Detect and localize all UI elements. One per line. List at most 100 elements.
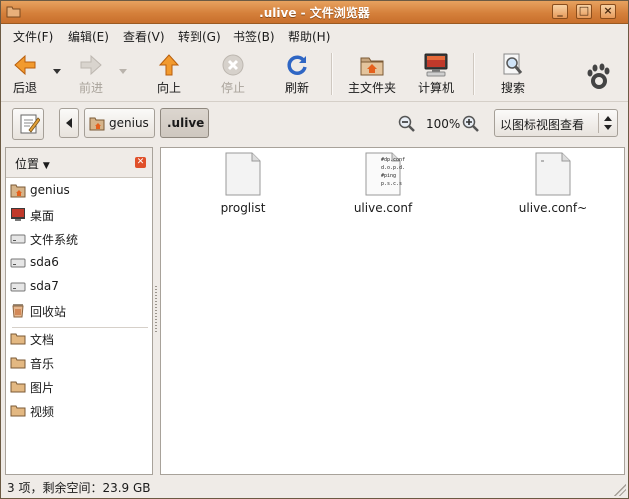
sidebar-item-label: 文档 [30, 333, 55, 347]
sidebar-item-trash[interactable]: 回收站 [8, 300, 150, 322]
sidebar-item-label: 文件系统 [30, 233, 79, 247]
select-divider [598, 113, 599, 133]
breadcrumb-genius[interactable]: genius [84, 108, 155, 138]
reload-label: 刷新 [284, 81, 309, 95]
up-button[interactable]: 向上 [147, 49, 191, 99]
minimize-button[interactable]: _ [552, 4, 568, 19]
zoom-out-icon[interactable] [398, 115, 416, 133]
sidebar-item-music[interactable]: 音乐 [8, 352, 150, 374]
forward-arrow-icon [80, 54, 102, 76]
maximize-icon: □ [578, 4, 590, 17]
view-mode-value: 以图标视图查看 [500, 118, 585, 132]
side-pane-title: 位置 [15, 157, 40, 171]
side-pane-selector[interactable]: 位置 ▼ [15, 155, 50, 172]
sidebar-item-videos[interactable]: 视频 [8, 400, 150, 422]
menu-view[interactable]: 查看(V) [123, 28, 165, 45]
location-bar: genius .ulive 100% 以图标视图查看 [1, 102, 628, 144]
sidebar-item-filesystem[interactable]: 文件系统 [8, 228, 150, 250]
sidebar-item-pictures[interactable]: 图片 [8, 376, 150, 398]
blank-file-icon [225, 152, 261, 196]
resize-grip-icon[interactable] [614, 484, 626, 496]
status-bar: 3 项，剩余空间：23.9 GB [1, 477, 628, 498]
home-folder-icon [89, 117, 105, 131]
file-name: ulive.conf [353, 201, 413, 215]
menu-go[interactable]: 转到(G) [178, 28, 221, 45]
computer-icon [424, 53, 448, 77]
menu-file[interactable]: 文件(F) [13, 28, 53, 45]
preview-line: p.s.c.s [381, 181, 403, 187]
computer-button[interactable]: 计算机 [411, 49, 461, 99]
menu-bar: 文件(F) 编辑(E) 查看(V) 转到(G) 书签(B) 帮助(H) [1, 24, 628, 46]
close-side-pane-icon[interactable]: ✕ [135, 157, 146, 168]
sidebar-item-label: 音乐 [30, 357, 55, 371]
drive-icon [10, 258, 26, 268]
reload-icon [287, 55, 307, 75]
menu-help[interactable]: 帮助(H) [288, 28, 330, 45]
gnome-foot-icon [587, 63, 610, 89]
sidebar-item-label: 回收站 [30, 305, 67, 319]
sidebar-item-label: 桌面 [30, 209, 55, 223]
back-history-dropdown-icon[interactable] [53, 69, 61, 74]
toggle-location-entry-button[interactable] [12, 108, 44, 140]
view-mode-select[interactable]: 以图标视图查看 [494, 109, 618, 137]
folder-icon [10, 357, 26, 369]
file-item[interactable]: proglist [188, 152, 298, 215]
stop-label: 停止 [220, 81, 245, 95]
back-arrow-icon [14, 54, 36, 76]
folder-icon [10, 405, 26, 417]
sidebar-item-label: genius [30, 183, 70, 197]
up-label: 向上 [156, 81, 181, 95]
preview-line: #ping [381, 173, 397, 179]
home-folder-icon [10, 184, 26, 198]
computer-label: 计算机 [417, 81, 454, 95]
back-button[interactable]: 后退 [3, 49, 47, 99]
breadcrumb-label: genius [109, 116, 149, 130]
sidebar-item-label: 视频 [30, 405, 55, 419]
forward-history-dropdown-icon[interactable] [119, 69, 127, 74]
maximize-button[interactable]: □ [576, 4, 592, 19]
path-scroll-left-button[interactable] [59, 108, 79, 138]
back-label: 后退 [12, 81, 37, 95]
file-browser-window: .ulive - 文件浏览器 _ □ × 文件(F) 编辑(E) 查看(V) 转… [0, 0, 629, 499]
title-bar[interactable]: .ulive - 文件浏览器 _ □ × [1, 1, 628, 24]
file-name: ulive.conf~ [518, 201, 588, 215]
breadcrumb-label: .ulive [167, 116, 205, 130]
sidebar-item-documents[interactable]: 文档 [8, 328, 150, 350]
toolbar-separator [331, 53, 333, 95]
home-label: 主文件夹 [347, 81, 396, 95]
file-icon-view[interactable]: proglist ulive.conf ulive.conf~ #dp.conf… [160, 147, 625, 475]
sidebar-item-sda7[interactable]: sda7 [8, 276, 150, 298]
reload-button[interactable]: 刷新 [275, 49, 319, 99]
up-arrow-icon [158, 54, 180, 76]
toolbar-separator [473, 53, 475, 95]
minimize-icon: _ [557, 4, 563, 17]
zoom-level[interactable]: 100% [426, 117, 460, 131]
sidebar-item-desktop[interactable]: 桌面 [8, 204, 150, 226]
file-item[interactable]: ulive.conf~ [498, 152, 608, 215]
side-pane: 位置 ▼ ✕ genius 桌面 文件系统 sda6 sda7 回收站 文档 音… [5, 147, 153, 475]
trash-icon [12, 304, 24, 318]
window-title: .ulive - 文件浏览器 [259, 6, 370, 20]
home-folder-icon [360, 57, 384, 76]
chevron-left-icon [66, 118, 72, 128]
search-icon [503, 53, 523, 75]
stop-button[interactable]: 停止 [211, 49, 255, 99]
chevron-down-icon: ▼ [42, 161, 50, 171]
close-button[interactable]: × [600, 4, 616, 19]
blank-file-icon [535, 152, 571, 196]
sidebar-item-genius[interactable]: genius [8, 180, 150, 202]
stop-icon [222, 54, 244, 76]
breadcrumb-current[interactable]: .ulive [160, 108, 209, 138]
search-button[interactable]: 搜索 [491, 49, 535, 99]
menu-edit[interactable]: 编辑(E) [68, 28, 109, 45]
edit-location-icon [20, 114, 40, 134]
pane-resize-handle[interactable] [155, 286, 157, 332]
close-icon: × [603, 4, 613, 17]
zoom-in-icon[interactable] [462, 115, 480, 133]
preview-line: d.o.p.d. [381, 165, 406, 171]
forward-button[interactable]: 前进 [69, 49, 113, 99]
status-text: 3 项，剩余空间：23.9 GB [7, 481, 151, 495]
sidebar-item-sda6[interactable]: sda6 [8, 252, 150, 274]
home-button[interactable]: 主文件夹 [343, 49, 401, 99]
menu-bookmarks[interactable]: 书签(B) [233, 28, 275, 45]
